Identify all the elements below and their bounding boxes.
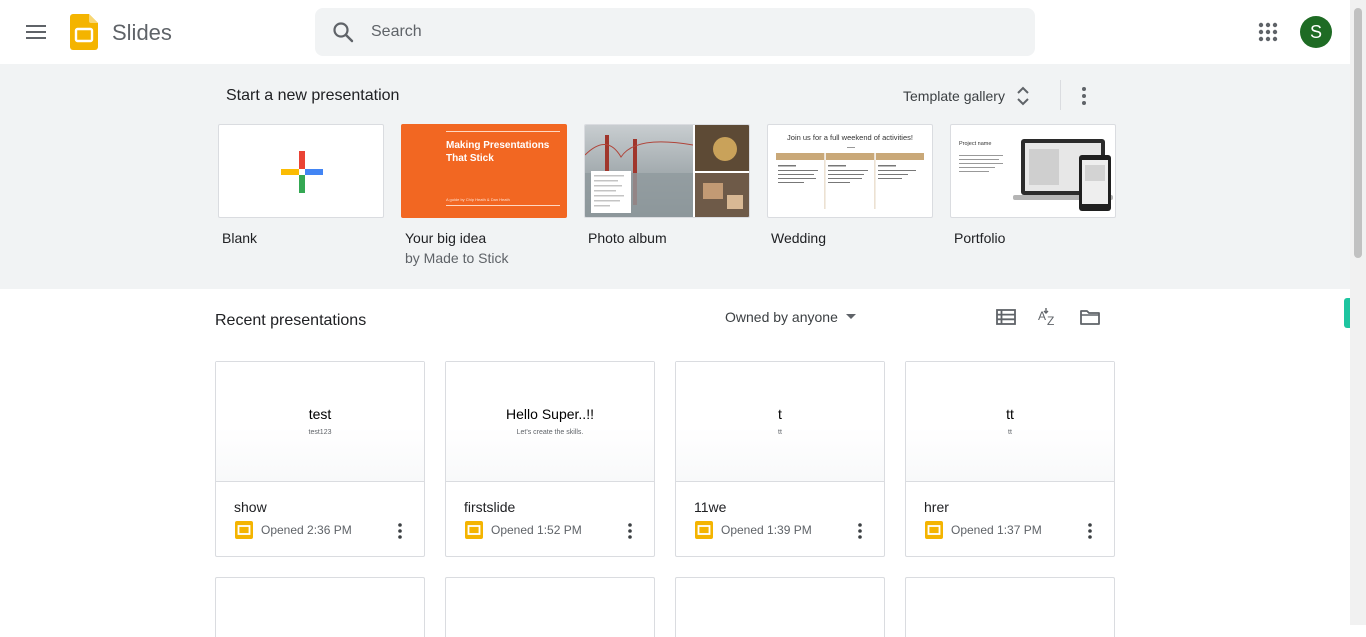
- preview-title: t: [778, 406, 782, 422]
- template-thumbnail: [218, 124, 384, 218]
- divider: [1060, 80, 1061, 110]
- template-thumbnail: [584, 124, 750, 218]
- svg-text:Z: Z: [1047, 314, 1054, 328]
- template-thumbnail: Join us for a full weekend of activities…: [767, 124, 933, 218]
- account-avatar[interactable]: S: [1300, 16, 1332, 48]
- slides-file-icon: [235, 521, 253, 539]
- slides-file-icon: [695, 521, 713, 539]
- template-photo-album[interactable]: Photo album: [584, 124, 750, 246]
- presentation-card[interactable]: Hello Super..!! Let's create the skills.…: [445, 361, 655, 557]
- search-icon[interactable]: [331, 20, 355, 44]
- preview-title: test: [308, 406, 332, 422]
- card-filename: hrer: [924, 499, 949, 515]
- thumb-rule: [847, 147, 855, 148]
- template-name: Photo album: [588, 230, 667, 246]
- template-gallery-label: Template gallery: [903, 88, 1005, 104]
- card-preview: tt tt: [906, 362, 1114, 482]
- presentation-card[interactable]: [675, 577, 885, 637]
- thumb-caption: A guide by Chip Heath & Dan Heath: [446, 197, 510, 202]
- card-opened-time: Opened 1:39 PM: [721, 523, 812, 537]
- wedding-columns: [776, 153, 924, 209]
- template-portfolio[interactable]: Project name Portfolio: [950, 124, 1116, 246]
- card-opened-time: Opened 1:52 PM: [491, 523, 582, 537]
- template-gallery-button[interactable]: Template gallery: [895, 78, 1039, 114]
- presentation-card[interactable]: test test123 show Opened 2:36 PM: [215, 361, 425, 557]
- preview-subtitle: test123: [308, 429, 332, 436]
- unfold-icon: [1017, 86, 1029, 106]
- template-wedding[interactable]: Join us for a full weekend of activities…: [767, 124, 933, 246]
- photo-collage: [585, 125, 749, 217]
- thumb-rule: [446, 205, 560, 206]
- list-view-icon[interactable]: [994, 305, 1018, 329]
- slides-logo[interactable]: [70, 14, 98, 50]
- template-author: by Made to Stick: [405, 250, 509, 266]
- dropdown-arrow-icon: [845, 314, 856, 319]
- more-vert-icon: [858, 523, 862, 539]
- top-header: Slides S: [0, 0, 1350, 64]
- template-name: Portfolio: [954, 230, 1006, 246]
- template-thumbnail: Project name: [950, 124, 1116, 218]
- card-preview: t tt: [676, 362, 884, 482]
- preview-subtitle: tt: [778, 429, 782, 436]
- more-vert-icon: [628, 523, 632, 539]
- presentation-card[interactable]: t tt 11we Opened 1:39 PM: [675, 361, 885, 557]
- app-title[interactable]: Slides: [112, 20, 172, 46]
- card-filename: firstslide: [464, 499, 516, 515]
- owner-filter-label: Owned by anyone: [725, 309, 838, 325]
- template-blank[interactable]: Blank: [218, 124, 384, 246]
- search-input[interactable]: [371, 8, 1011, 56]
- sort-az-icon[interactable]: A Z: [1036, 305, 1060, 329]
- presentation-card[interactable]: tt tt hrer Opened 1:37 PM: [905, 361, 1115, 557]
- more-vert-icon: [398, 523, 402, 539]
- side-panel-tab[interactable]: [1344, 298, 1350, 328]
- card-opened-time: Opened 2:36 PM: [261, 523, 352, 537]
- recent-presentations-title: Recent presentations: [215, 312, 367, 329]
- thumb-rule: [446, 131, 560, 132]
- card-preview: Hello Super..!! Let's create the skills.: [446, 362, 654, 482]
- slides-file-icon: [925, 521, 943, 539]
- presentation-card[interactable]: [905, 577, 1115, 637]
- card-filename: show: [234, 499, 267, 515]
- preview-subtitle: tt: [1008, 429, 1012, 436]
- plus-icon: [281, 151, 323, 193]
- main-menu-button[interactable]: [20, 16, 52, 48]
- slides-file-icon: [465, 521, 483, 539]
- thumb-title: Join us for a full weekend of activities…: [787, 133, 913, 142]
- menu-icon: [26, 25, 46, 39]
- card-opened-time: Opened 1:37 PM: [951, 523, 1042, 537]
- presentation-card[interactable]: [445, 577, 655, 637]
- folder-icon[interactable]: [1078, 305, 1102, 329]
- thumb-title: Making Presentations That Stick: [446, 140, 550, 164]
- card-preview: test test123: [216, 362, 424, 482]
- card-more-button[interactable]: [392, 520, 408, 542]
- start-new-title: Start a new presentation: [226, 87, 400, 104]
- scrollbar-thumb[interactable]: [1354, 8, 1362, 258]
- card-filename: 11we: [694, 499, 727, 515]
- apps-grid-icon[interactable]: [1254, 18, 1282, 46]
- preview-title: Hello Super..!!: [506, 406, 594, 422]
- devices-illustration: [959, 139, 1113, 211]
- presentation-card[interactable]: [215, 577, 425, 637]
- card-more-button[interactable]: [852, 520, 868, 542]
- more-vert-icon: [1088, 523, 1092, 539]
- preview-title: tt: [1006, 406, 1014, 422]
- template-section: Start a new presentation Template galler…: [0, 64, 1350, 289]
- template-name: Blank: [222, 230, 258, 246]
- template-name: Your big idea: [405, 230, 487, 246]
- search-bar[interactable]: [315, 8, 1035, 56]
- card-more-button[interactable]: [622, 520, 638, 542]
- card-more-button[interactable]: [1082, 520, 1098, 542]
- owner-filter-dropdown[interactable]: Owned by anyone: [725, 309, 856, 325]
- template-your-big-idea[interactable]: Making Presentations That Stick A guide …: [401, 124, 567, 266]
- template-more-button[interactable]: [1072, 82, 1096, 110]
- template-name: Wedding: [771, 230, 827, 246]
- preview-subtitle: Let's create the skills.: [516, 429, 584, 436]
- more-vert-icon: [1082, 87, 1086, 105]
- template-thumbnail: Making Presentations That Stick A guide …: [401, 124, 567, 218]
